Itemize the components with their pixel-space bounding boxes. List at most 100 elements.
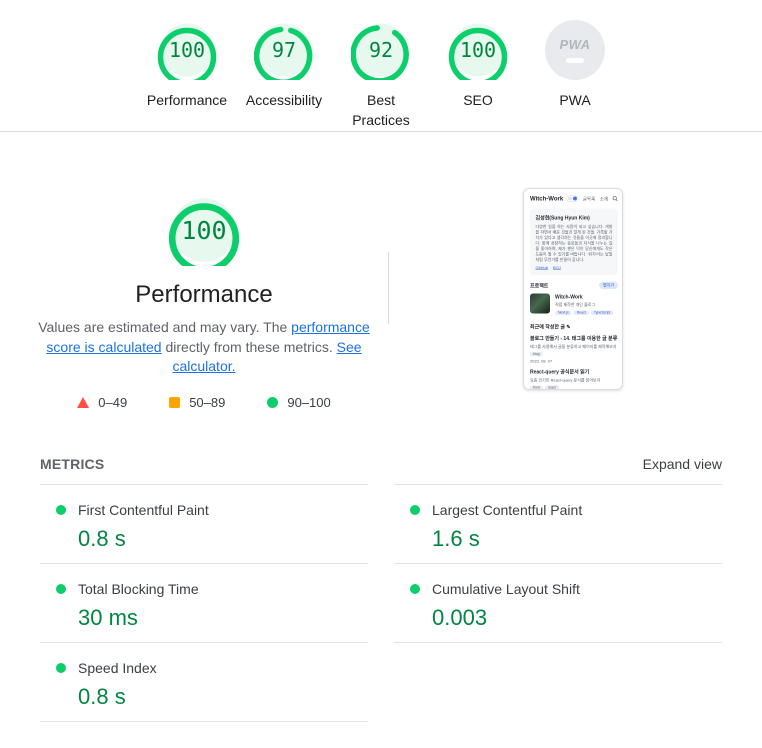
accessibility-score: 97: [254, 20, 314, 80]
screenshot-content: Witch-Work 글목록 소개 김성현(Sung Hyun Kim) 다양한…: [524, 189, 623, 390]
boj-link: BOJ: [553, 266, 561, 271]
performance-summary-section: 100 Performance Values are estimated and…: [0, 132, 762, 390]
post-item: 블로그 만들기 - 14. 태그를 이용한 글 분류 태그를 사용해서 글을 분…: [530, 336, 618, 364]
legend-fail-label: 0–49: [98, 395, 127, 410]
metric-label: First Contentful Paint: [78, 500, 209, 520]
metric-first-contentful-paint: First Contentful Paint 0.8 s: [40, 485, 368, 564]
metric-label: Total Blocking Time: [78, 579, 199, 599]
category-link-best-practices[interactable]: 92 Best Practices: [333, 20, 430, 131]
performance-main-gauge-icon: 100: [168, 194, 240, 266]
performance-label: Performance: [139, 90, 236, 110]
projects-section-header: 프로젝트 펼치기: [530, 282, 618, 290]
profile-card: 김성현(Sung Hyun Kim) 다양한 일을 하는 사람이 되고 싶습니다…: [530, 209, 618, 276]
github-link: GitHub: [536, 266, 548, 271]
pass-circle-icon: [267, 397, 278, 408]
performance-score: 100: [157, 20, 217, 80]
site-brand: Witch-Work: [530, 195, 563, 202]
post-tag: blog: [530, 352, 543, 357]
expand-view-button[interactable]: Expand view: [643, 456, 722, 472]
final-screenshot-thumbnail[interactable]: Witch-Work 글목록 소개 김성현(Sung Hyun Kim) 다양한…: [523, 188, 623, 390]
seo-gauge-icon: 100: [448, 20, 508, 80]
seo-label: SEO: [430, 90, 527, 110]
metric-value: 30 ms: [40, 605, 368, 631]
metric-cumulative-layout-shift: Cumulative Layout Shift 0.003: [394, 564, 722, 643]
site-nav: 글목록 소개: [583, 195, 618, 202]
metrics-column-left: First Contentful Paint 0.8 s Total Block…: [40, 484, 368, 722]
project-title: Witch-Work: [555, 295, 613, 301]
accessibility-gauge-icon: 97: [254, 20, 314, 80]
metrics-grid: First Contentful Paint 0.8 s Total Block…: [40, 484, 722, 722]
description-text: Values are estimated and may vary. The: [38, 319, 291, 335]
screenshot-area: Witch-Work 글목록 소개 김성현(Sung Hyun Kim) 다양한…: [408, 132, 762, 390]
legend-pass-label: 90–100: [287, 395, 330, 410]
project-card: Witch-Work 직접 제작한 개인 블로그 Next.js React T…: [530, 294, 618, 316]
project-tags: Next.js React TypeScript: [555, 311, 613, 316]
seo-score: 100: [448, 20, 508, 80]
category-link-performance[interactable]: 100 Performance: [139, 20, 236, 131]
performance-summary: 100 Performance Values are estimated and…: [0, 132, 408, 390]
best-practices-score: 92: [351, 20, 411, 80]
description-text-mid: directly from these metrics.: [162, 339, 337, 355]
legend-fail-range: 0–49: [77, 395, 127, 410]
theme-toggle-icon: [567, 195, 579, 202]
metric-pass-icon: [56, 663, 66, 673]
site-nav-about: 소개: [600, 195, 608, 202]
post-tag: react: [545, 386, 559, 391]
pwa-label: PWA: [527, 90, 624, 110]
post-description: 태그를 사용해서 글을 분류하고 페이지를 제작해보자: [530, 344, 618, 350]
metric-speed-index: Speed Index 0.8 s: [40, 643, 368, 722]
metric-pass-icon: [410, 584, 420, 594]
score-legend: 0–49 50–89 90–100: [0, 395, 408, 410]
post-item: React-query 공식문서 읽기 요즘 인기인 React-query 문…: [530, 369, 618, 390]
expand-projects-button: 펼치기: [599, 282, 618, 290]
metric-pass-icon: [410, 505, 420, 515]
metric-label: Cumulative Layout Shift: [432, 579, 580, 599]
category-link-seo[interactable]: 100 SEO: [430, 20, 527, 131]
best-practices-label: Best Practices: [349, 90, 413, 130]
performance-main-score: 100: [168, 194, 240, 266]
average-square-icon: [169, 397, 180, 408]
search-icon: [613, 196, 619, 202]
legend-average-range: 50–89: [169, 395, 225, 410]
category-link-pwa[interactable]: PWA PWA: [527, 20, 624, 131]
post-date: 2023. 08. 07: [530, 359, 618, 364]
post-tags: front react: [530, 386, 618, 391]
metrics-column-right: Largest Contentful Paint 1.6 s Cumulativ…: [394, 484, 722, 722]
summary-description: Values are estimated and may vary. The p…: [35, 318, 373, 377]
post-description: 요즘 인기인 React-query 문서를 읽어보자: [530, 378, 618, 384]
pwa-dash-icon: [566, 58, 584, 63]
project-body: Witch-Work 직접 제작한 개인 블로그 Next.js React T…: [555, 294, 613, 316]
project-tag: Next.js: [555, 311, 572, 316]
post-title: 블로그 만들기 - 14. 태그를 이용한 글 분류: [530, 336, 618, 343]
profile-links: GitHub BOJ: [536, 266, 613, 271]
vertical-divider: [388, 252, 389, 324]
metric-label: Largest Contentful Paint: [432, 500, 582, 520]
legend-pass-range: 90–100: [267, 395, 330, 410]
metric-value: 0.8 s: [40, 526, 368, 552]
site-nav-posts: 글목록: [583, 195, 595, 202]
post-title: React-query 공식문서 읽기: [530, 369, 618, 376]
project-image: [530, 294, 550, 314]
metric-largest-contentful-paint: Largest Contentful Paint 1.6 s: [394, 485, 722, 564]
metric-value: 1.6 s: [394, 526, 722, 552]
post-tags: blog: [530, 352, 618, 357]
metric-pass-icon: [56, 505, 66, 515]
projects-heading: 프로젝트: [530, 282, 548, 290]
post-tag: front: [530, 386, 543, 391]
profile-bio: 다양한 일을 하는 사람이 되고 싶습니다. 개발을 하면서 배운 것들과 알게…: [536, 224, 613, 263]
pwa-logo-text: PWA: [559, 37, 590, 52]
metric-total-blocking-time: Total Blocking Time 30 ms: [40, 564, 368, 643]
legend-average-label: 50–89: [189, 395, 225, 410]
metrics-header: METRICS Expand view: [40, 456, 722, 472]
pwa-badge-icon: PWA: [545, 20, 605, 80]
profile-name: 김성현(Sung Hyun Kim): [536, 214, 613, 222]
performance-gauge-icon: 100: [157, 20, 217, 80]
best-practices-gauge-icon: 92: [351, 20, 411, 80]
metric-pass-icon: [56, 584, 66, 594]
fail-triangle-icon: [77, 397, 89, 408]
page-title: Performance: [0, 280, 408, 310]
category-link-accessibility[interactable]: 97 Accessibility: [236, 20, 333, 131]
scores-header: 100 Performance 97 Accessibility 92 Best…: [0, 0, 762, 131]
recent-posts-heading: 최근에 작성한 글 ✎: [530, 323, 618, 331]
metric-label: Speed Index: [78, 658, 157, 678]
